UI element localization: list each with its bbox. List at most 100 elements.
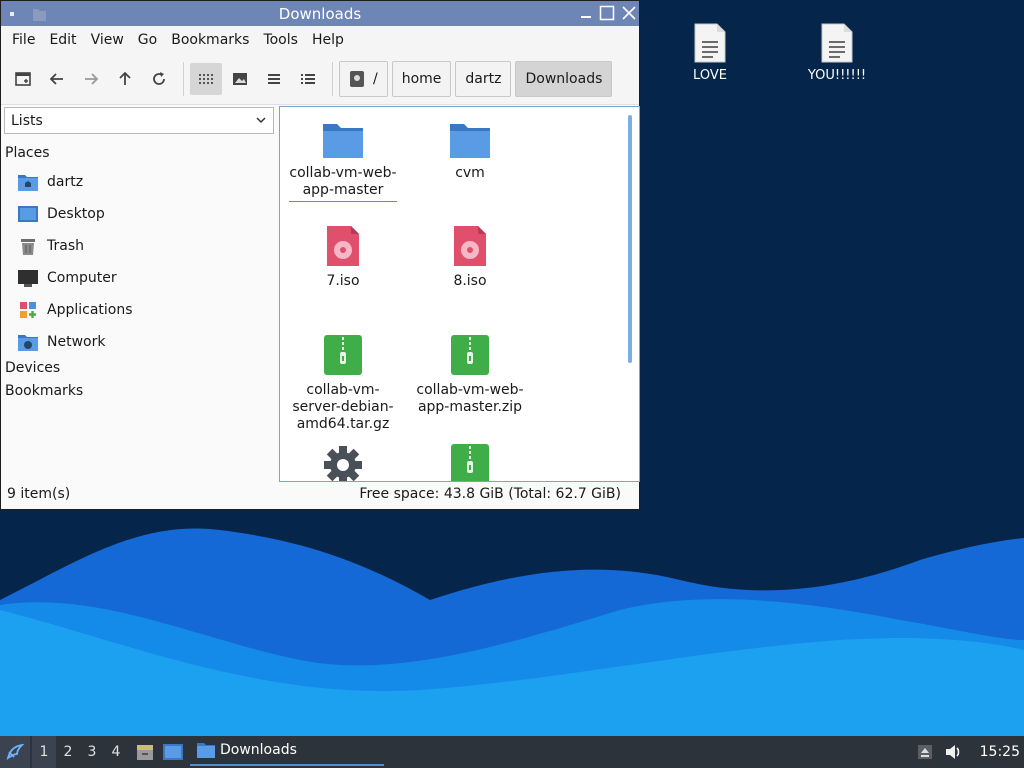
path-segment-root[interactable]: / xyxy=(339,61,388,97)
file-label: collab-vm-web-app-master xyxy=(289,165,397,202)
sidebar: Lists Places dartz Desktop Trash Compute… xyxy=(1,104,277,482)
toolbar-separator xyxy=(183,62,184,96)
executable-gear-icon xyxy=(324,446,362,481)
file-item-executable[interactable] xyxy=(283,441,403,481)
folder-icon xyxy=(197,743,215,758)
file-item-folder[interactable]: collab-vm-web-app-master xyxy=(283,115,403,202)
menu-edit[interactable]: Edit xyxy=(42,32,83,48)
folder-icon xyxy=(323,124,363,158)
sidebar-view-select[interactable]: Lists xyxy=(4,107,274,134)
menu-bar: File Edit View Go Bookmarks Tools Help xyxy=(1,26,639,54)
task-downloads[interactable]: Downloads xyxy=(190,736,384,766)
file-cabinet-icon xyxy=(137,745,153,760)
up-button[interactable] xyxy=(109,63,141,95)
desktop-icon xyxy=(17,203,39,225)
desktop-file-label: YOU!!!!!! xyxy=(807,68,867,83)
places-header[interactable]: Places xyxy=(5,145,50,161)
sidebar-item-computer[interactable]: Computer xyxy=(17,265,117,291)
applications-icon xyxy=(17,299,39,321)
file-view[interactable]: collab-vm-web-app-master cvm 7.iso 8.iso… xyxy=(279,106,640,482)
sidebar-item-applications[interactable]: Applications xyxy=(17,297,133,323)
clock[interactable]: 15:25 xyxy=(980,744,1020,760)
file-manager-launcher[interactable] xyxy=(132,736,158,768)
file-manager-window: Downloads File Edit View Go Bookmarks To… xyxy=(0,0,640,510)
icon-view-button[interactable] xyxy=(190,63,222,95)
taskbar: 1 2 3 4 Downloads 15:25 xyxy=(0,736,1024,768)
item-count: 9 item(s) xyxy=(7,486,71,502)
sidebar-item-label: Desktop xyxy=(47,206,105,222)
menu-help[interactable]: Help xyxy=(305,32,351,48)
grid-icon xyxy=(199,74,213,84)
file-label: cvm xyxy=(455,165,485,181)
sidebar-item-label: dartz xyxy=(47,174,84,190)
workspace-4[interactable]: 4 xyxy=(104,736,128,768)
sidebar-item-dartz[interactable]: dartz xyxy=(17,169,83,195)
desktop-file-love[interactable]: LOVE xyxy=(655,22,765,83)
forward-button[interactable] xyxy=(75,63,107,95)
menu-go[interactable]: Go xyxy=(131,32,164,48)
file-item-archive[interactable]: collab-vm-server-debian-amd64.tar.gz xyxy=(283,332,403,433)
vertical-scrollbar[interactable] xyxy=(628,115,632,363)
network-folder-icon xyxy=(17,331,39,353)
task-label: Downloads xyxy=(220,742,297,758)
detail-view-button[interactable] xyxy=(292,63,324,95)
tray-eject[interactable] xyxy=(914,736,936,768)
reload-button[interactable] xyxy=(143,63,175,95)
minimize-icon[interactable] xyxy=(579,5,595,21)
archive-icon xyxy=(451,335,489,375)
arrow-right-icon xyxy=(85,73,99,85)
new-tab-icon xyxy=(15,72,31,86)
menu-bookmarks[interactable]: Bookmarks xyxy=(164,32,256,48)
sidebar-item-trash[interactable]: Trash xyxy=(17,233,84,259)
home-folder-icon xyxy=(17,171,39,193)
new-tab-button[interactable] xyxy=(7,63,39,95)
file-item-iso[interactable]: 8.iso xyxy=(410,223,530,290)
toolbar-separator xyxy=(332,62,333,96)
menu-view[interactable]: View xyxy=(84,32,131,48)
sidebar-item-label: Applications xyxy=(47,302,133,318)
devices-header[interactable]: Devices xyxy=(5,360,60,376)
workspace-2[interactable]: 2 xyxy=(56,736,80,768)
chevron-down-icon xyxy=(256,117,266,124)
detail-list-icon xyxy=(301,74,315,84)
file-item-folder[interactable]: cvm xyxy=(410,115,530,182)
eject-icon xyxy=(918,745,932,759)
free-space: Free space: 43.8 GiB (Total: 62.7 GiB) xyxy=(359,486,621,502)
file-item-archive[interactable]: collab-vm-web-app-master.zip xyxy=(410,332,530,416)
close-icon[interactable] xyxy=(621,5,637,21)
desktop-file-label: LOVE xyxy=(693,68,727,83)
path-segment-home[interactable]: home xyxy=(391,61,452,97)
sidebar-view-select-value: Lists xyxy=(11,112,43,129)
bookmarks-header[interactable]: Bookmarks xyxy=(5,383,83,399)
back-button[interactable] xyxy=(41,63,73,95)
workspace-3[interactable]: 3 xyxy=(80,736,104,768)
file-item-iso[interactable]: 7.iso xyxy=(283,223,403,290)
sidebar-item-label: Network xyxy=(47,334,106,350)
start-menu-icon xyxy=(6,743,25,761)
start-menu-button[interactable] xyxy=(0,736,30,768)
file-label: collab-vm-server-debian-amd64.tar.gz xyxy=(292,382,394,432)
thumbnail-view-button[interactable] xyxy=(224,63,256,95)
file-label: 7.iso xyxy=(326,273,360,289)
compact-view-button[interactable] xyxy=(258,63,290,95)
menu-tools[interactable]: Tools xyxy=(256,32,305,48)
status-bar: 9 item(s) Free space: 43.8 GiB (Total: 6… xyxy=(1,482,639,506)
disc-image-icon xyxy=(454,226,486,266)
file-item-archive[interactable] xyxy=(410,441,530,481)
window-titlebar[interactable]: Downloads xyxy=(1,1,639,26)
main-content: Lists Places dartz Desktop Trash Compute… xyxy=(1,104,640,482)
sidebar-item-label: Computer xyxy=(47,270,117,286)
workspace-1[interactable]: 1 xyxy=(32,736,56,768)
sidebar-item-desktop[interactable]: Desktop xyxy=(17,201,105,227)
sidebar-item-network[interactable]: Network xyxy=(17,329,105,355)
maximize-icon[interactable] xyxy=(599,5,615,21)
list-icon xyxy=(268,74,280,84)
show-desktop-launcher[interactable] xyxy=(160,736,186,768)
desktop-file-you[interactable]: YOU!!!!!! xyxy=(782,22,892,83)
text-document-icon xyxy=(694,23,726,63)
menu-file[interactable]: File xyxy=(5,32,42,48)
tray-volume[interactable] xyxy=(940,736,966,768)
path-segment-dartz[interactable]: dartz xyxy=(455,61,512,97)
desktop-icon xyxy=(163,744,183,760)
path-segment-downloads[interactable]: Downloads xyxy=(515,61,613,97)
